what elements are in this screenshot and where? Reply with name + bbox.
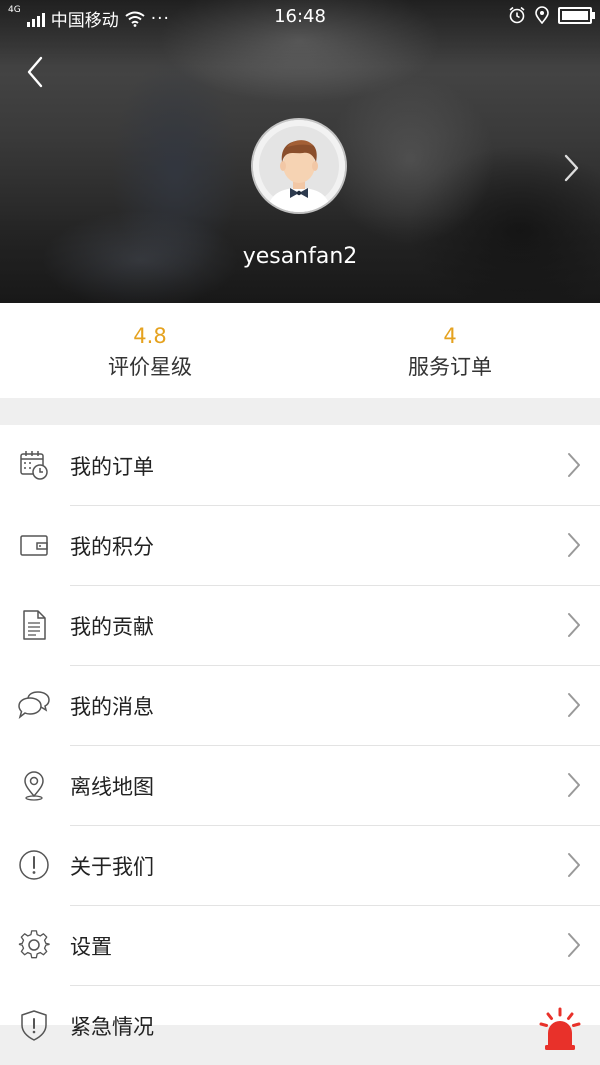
menu-item-label: 我的贡献 — [70, 615, 154, 639]
location-icon — [535, 6, 549, 24]
menu-item-about-us[interactable]: 关于我们 — [0, 825, 600, 905]
stats-panel: 4.8 评价星级 4 服务订单 — [0, 303, 600, 398]
gear-icon — [18, 930, 50, 959]
menu-item-offline-map[interactable]: 离线地图 — [0, 745, 600, 825]
avatar[interactable] — [253, 120, 345, 212]
menu-item-label: 关于我们 — [70, 855, 154, 879]
rating-label: 评价星级 — [108, 355, 192, 379]
username: yesanfan2 — [242, 244, 358, 269]
map-pin-icon — [24, 771, 44, 801]
calendar-clock-icon — [20, 451, 48, 480]
document-icon — [23, 610, 46, 640]
chevron-right-icon — [568, 773, 580, 797]
chat-bubbles-icon — [18, 691, 50, 720]
stat-rating[interactable]: 4.8 评价星级 — [0, 303, 300, 398]
menu-item-label: 紧急情况 — [70, 1015, 154, 1039]
info-exclamation-icon — [19, 850, 49, 880]
chevron-right-icon — [568, 453, 580, 477]
menu-item-my-contributions[interactable]: 我的贡献 — [0, 585, 600, 665]
back-button[interactable] — [18, 52, 58, 92]
chevron-right-icon — [568, 613, 580, 637]
chevron-right-icon — [568, 933, 580, 957]
chevron-right-icon — [568, 533, 580, 557]
menu-item-my-orders[interactable]: 我的订单 — [0, 425, 600, 505]
status-bar: 4G 中国移动 ··· 16:48 — [0, 0, 600, 34]
user-avatar-icon — [253, 120, 345, 212]
profile-detail-chevron[interactable] — [556, 148, 586, 188]
wallet-icon — [20, 535, 48, 556]
menu-item-settings[interactable]: 设置 — [0, 905, 600, 985]
menu-item-label: 我的订单 — [70, 455, 154, 479]
chevron-right-icon — [568, 693, 580, 717]
rating-value: 4.8 — [133, 324, 167, 348]
menu-item-my-points[interactable]: 我的积分 — [0, 505, 600, 585]
menu-item-emergency[interactable]: 紧急情况 — [0, 985, 600, 1065]
service-orders-value: 4 — [443, 324, 457, 348]
menu-item-label: 离线地图 — [70, 775, 154, 799]
battery-icon — [558, 6, 595, 24]
shield-icon — [21, 1010, 47, 1041]
menu-item-label: 我的消息 — [70, 695, 154, 719]
service-orders-label: 服务订单 — [408, 355, 492, 379]
menu-item-my-messages[interactable]: 我的消息 — [0, 665, 600, 745]
stat-service-orders[interactable]: 4 服务订单 — [300, 303, 600, 398]
menu-item-label: 设置 — [70, 935, 112, 959]
menu-list: 我的订单 我的积分 我的贡献 我的消息 离线地图 关于我们 设置 紧急情况 — [0, 425, 600, 1050]
menu-item-label: 我的积分 — [70, 535, 154, 559]
chevron-right-icon — [568, 853, 580, 877]
profile-header: 4G 中国移动 ··· 16:48 yesanfan2 — [0, 0, 600, 303]
emergency-alarm-icon[interactable] — [536, 1005, 584, 1053]
alarm-clock-icon — [509, 6, 525, 24]
